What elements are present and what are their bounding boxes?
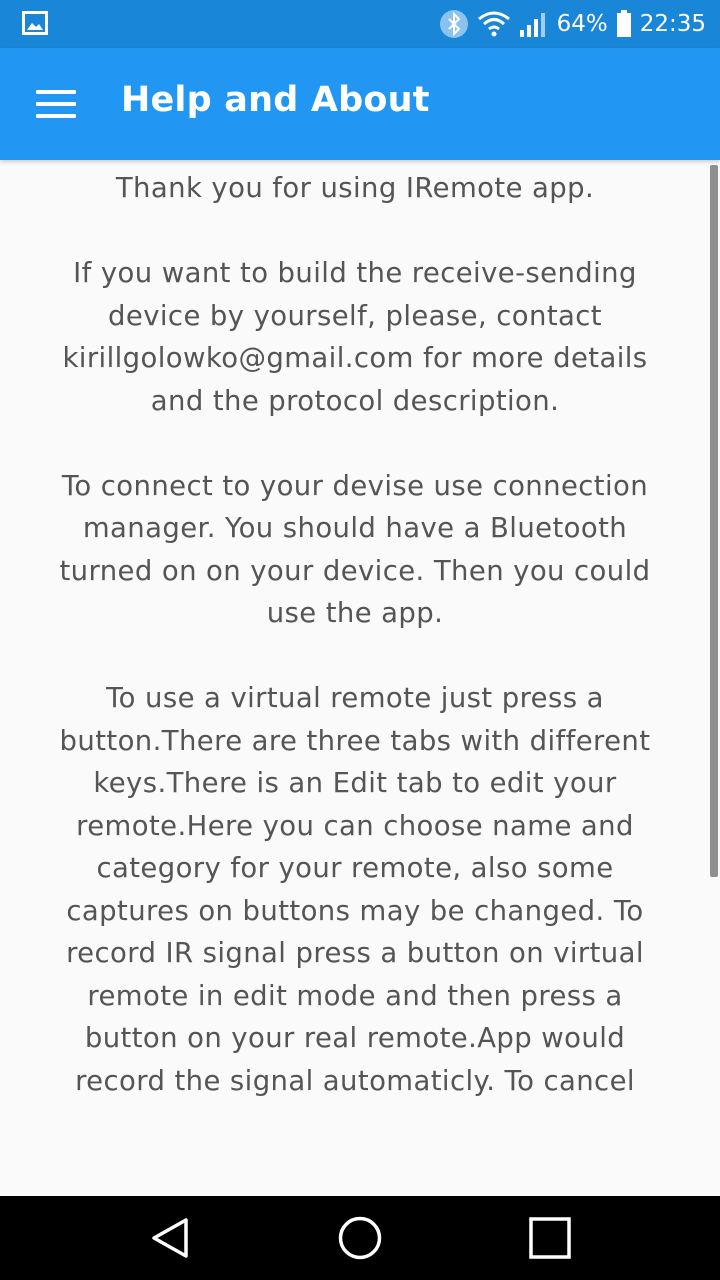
home-icon[interactable]	[310, 1196, 410, 1280]
battery-percent: 64%	[556, 11, 608, 37]
navigation-bar	[0, 1196, 720, 1280]
scrollbar[interactable]	[710, 165, 718, 877]
paragraph-connect: To connect to your devise use connection…	[59, 469, 651, 630]
wifi-icon	[477, 11, 510, 37]
paragraph-virtual-remote: To use a virtual remote just press a but…	[59, 682, 651, 1097]
bluetooth-icon	[439, 10, 468, 38]
battery-icon	[616, 10, 631, 37]
signal-icon	[519, 13, 545, 37]
recents-icon[interactable]	[500, 1196, 600, 1280]
gallery-notification-icon	[22, 11, 48, 35]
back-icon[interactable]	[120, 1196, 220, 1280]
hamburger-menu-icon[interactable]	[36, 90, 76, 120]
paragraph-thanks: Thank you for using IRemote app.	[115, 172, 595, 204]
status-icons: 64% 22:35	[439, 0, 706, 48]
paragraph-build-device: If you want to build the receive-sending…	[62, 257, 648, 417]
page-title: Help and About	[121, 80, 430, 120]
status-bar: 64% 22:35	[0, 0, 720, 48]
app-bar: Help and About	[0, 48, 720, 160]
clock: 22:35	[639, 11, 706, 37]
help-content[interactable]: Thank you for using IRemote app. If you …	[40, 160, 670, 1196]
